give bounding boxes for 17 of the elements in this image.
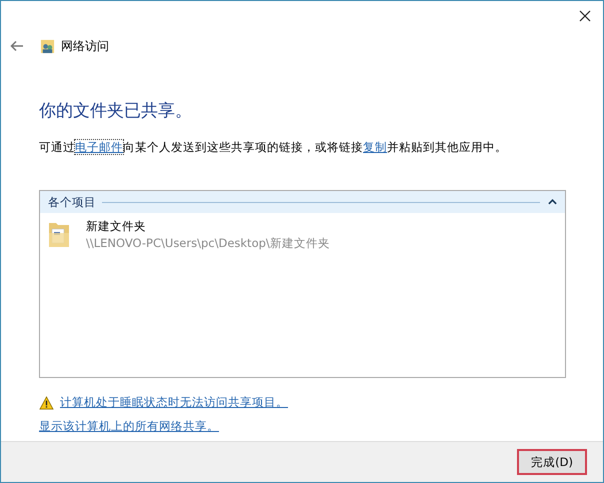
email-link[interactable]: 电子邮件	[75, 140, 123, 154]
description-text: 可通过电子邮件向某个人发送到这些共享项的链接，或将链接复制并粘贴到其他应用中。	[39, 140, 508, 155]
heading: 你的文件夹已共享。	[39, 100, 193, 122]
group-header[interactable]: 各个项目	[40, 191, 565, 213]
copy-link[interactable]: 复制	[363, 140, 387, 154]
item-name: 新建文件夹	[86, 219, 147, 234]
network-users-icon	[40, 38, 55, 54]
link[interactable]: 计算机处于睡眠状态时无法访问共享项目。	[60, 395, 288, 410]
close-icon[interactable]	[579, 10, 591, 22]
item-path: \\LENOVO-PC\Users\pc\Desktop\新建文件夹	[86, 236, 330, 251]
collapse-chevron-icon[interactable]	[548, 199, 557, 205]
back-arrow-icon[interactable]	[10, 40, 24, 52]
link[interactable]: 显示该计算机上的所有网络共享。	[39, 419, 219, 434]
warning-icon	[39, 396, 54, 410]
group-title: 各个项目	[48, 194, 96, 210]
window-title: 网络访问	[61, 38, 109, 54]
finish-button[interactable]: 完成(D)	[517, 449, 587, 475]
